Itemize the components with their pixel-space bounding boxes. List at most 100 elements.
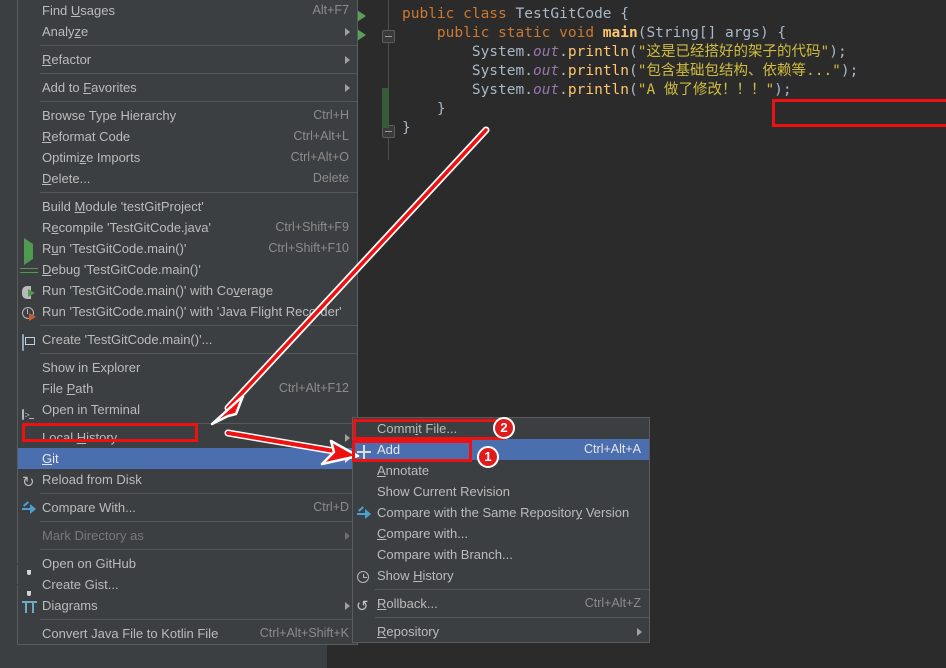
menu-separator	[18, 423, 357, 424]
menu-item-shortcut: Ctrl+Alt+Z	[584, 596, 641, 610]
menu-item-label: Annotate	[377, 463, 430, 478]
git-item-show-history[interactable]: Show History	[353, 565, 649, 586]
menu-item-shortcut: Alt+F7	[312, 3, 349, 17]
menu-separator	[353, 617, 649, 618]
menu-item-label: Open on GitHub	[42, 556, 136, 571]
menu-separator	[18, 45, 357, 46]
menu-item-run-testgitcode-main-with-java-flight-re[interactable]: Run 'TestGitCode.main()' with 'Java Flig…	[18, 301, 357, 322]
git-item-annotate[interactable]: Annotate	[353, 460, 649, 481]
git-submenu[interactable]: Commit File... Add Ctrl+Alt+A Annotate Show …	[352, 417, 650, 643]
menu-item-compare-with[interactable]: Compare With... Ctrl+D	[18, 497, 357, 518]
github-icon	[16, 556, 37, 572]
menu-item-label: Find Usages	[42, 3, 115, 18]
editor-context-menu[interactable]: Find Usages Alt+F7 Analyze Refactor Add to F…	[16, 0, 358, 645]
menu-item-reformat-code[interactable]: Reformat Code Ctrl+Alt+L	[18, 126, 357, 147]
fold-marker-class[interactable]	[382, 30, 395, 43]
git-item-add[interactable]: Add Ctrl+Alt+A	[353, 439, 649, 460]
menu-item-git[interactable]: Git	[18, 448, 357, 469]
vcs-change-marker[interactable]	[382, 88, 389, 128]
menu-item-convert-java-file-to-kotlin-file[interactable]: Convert Java File to Kotlin File Ctrl+Alt…	[18, 623, 357, 644]
git-item-compare-with-the-same-repository-version[interactable]: Compare with the Same Repository Version	[353, 502, 649, 523]
menu-separator	[18, 101, 357, 102]
menu-item-label: Browse Type Hierarchy	[42, 108, 177, 123]
menu-item-label: Repository	[377, 624, 440, 639]
menu-item-label: Recompile 'TestGitCode.java'	[42, 220, 211, 235]
menu-separator	[18, 521, 357, 522]
menu-item-create-testgitcode-main[interactable]: Create 'TestGitCode.main()'...	[18, 329, 357, 351]
diagram-icon	[21, 598, 37, 614]
menu-item-label: Reformat Code	[42, 129, 131, 144]
flight-recorder-icon	[21, 304, 37, 321]
chevron-right-icon	[345, 55, 350, 64]
menu-item-label: Compare with Branch...	[377, 547, 513, 562]
run-method-icon[interactable]	[357, 29, 366, 41]
menu-item-label: Reload from Disk	[42, 472, 142, 487]
git-item-compare-with[interactable]: Compare with...	[353, 523, 649, 544]
step-badge-2: 2	[493, 417, 515, 439]
menu-item-reload-from-disk[interactable]: ↻ Reload from Disk	[18, 469, 357, 490]
menu-item-label: Show in Explorer	[42, 360, 141, 375]
menu-item-add-to-favorites[interactable]: Add to Favorites	[18, 77, 357, 98]
code-line: public static void main(String[] args) {	[436, 25, 787, 41]
menu-item-label: Rollback...	[377, 596, 438, 611]
compare-icon	[356, 505, 372, 521]
menu-item-local-history[interactable]: Local History	[18, 427, 357, 448]
menu-separator	[18, 192, 357, 193]
menu-item-label: Run 'TestGitCode.main()' with 'Java Flig…	[42, 304, 342, 319]
menu-item-label: Mark Directory as	[42, 528, 144, 543]
chevron-right-icon	[345, 601, 350, 610]
menu-item-label: Diagrams	[42, 598, 98, 613]
menu-item-create-gist[interactable]: Create Gist...	[16, 574, 357, 595]
chevron-right-icon	[345, 433, 350, 442]
code-line: public class TestGitCode {	[402, 6, 629, 22]
menu-item-label: Git	[42, 451, 59, 466]
menu-item-label: Open in Terminal	[42, 402, 141, 417]
menu-item-label: Run 'TestGitCode.main()'	[42, 241, 187, 256]
git-item-show-current-revision[interactable]: Show Current Revision	[353, 481, 649, 502]
menu-item-label: Add to Favorites	[42, 80, 137, 95]
chevron-right-icon	[345, 454, 350, 463]
github-icon	[16, 577, 37, 593]
menu-item-find-usages[interactable]: Find Usages Alt+F7	[18, 0, 357, 21]
menu-separator	[18, 325, 357, 326]
run-icon	[21, 237, 37, 265]
menu-item-open-on-github[interactable]: Open on GitHub	[16, 553, 357, 574]
menu-item-shortcut: Ctrl+Shift+F9	[275, 220, 349, 234]
menu-item-mark-directory-as[interactable]: Mark Directory as	[18, 525, 357, 546]
menu-item-run-testgitcode-main-with-coverage[interactable]: Run 'TestGitCode.main()' with Coverage	[18, 280, 357, 301]
menu-item-refactor[interactable]: Refactor	[18, 49, 357, 70]
menu-item-recompile-testgitcode-java[interactable]: Recompile 'TestGitCode.java' Ctrl+Shift+F…	[18, 217, 357, 238]
git-item-rollback[interactable]: ↺ Rollback... Ctrl+Alt+Z	[353, 593, 649, 614]
menu-item-label: Run 'TestGitCode.main()' with Coverage	[42, 283, 274, 298]
menu-item-shortcut: Ctrl+Alt+O	[290, 150, 349, 164]
menu-item-shortcut: Ctrl+H	[313, 108, 349, 122]
menu-item-file-path[interactable]: File Path Ctrl+Alt+F12	[18, 378, 357, 399]
menu-item-label: Create Gist...	[42, 577, 119, 592]
menu-item-label: Debug 'TestGitCode.main()'	[42, 262, 201, 277]
menu-item-optimize-imports[interactable]: Optimize Imports Ctrl+Alt+O	[18, 147, 357, 168]
coverage-icon	[21, 283, 37, 299]
git-item-compare-with-branch[interactable]: Compare with Branch...	[353, 544, 649, 565]
menu-item-open-in-terminal[interactable]: Open in Terminal	[18, 399, 357, 420]
menu-separator	[353, 589, 649, 590]
menu-item-shortcut: Ctrl+Shift+F10	[268, 241, 349, 255]
debug-icon	[21, 262, 37, 278]
menu-item-show-in-explorer[interactable]: Show in Explorer	[18, 357, 357, 378]
menu-item-browse-type-hierarchy[interactable]: Browse Type Hierarchy Ctrl+H	[18, 105, 357, 126]
menu-separator	[18, 493, 357, 494]
git-item-repository[interactable]: Repository	[353, 621, 649, 642]
menu-item-label: Compare with the Same Repository Version	[377, 505, 630, 520]
run-class-icon[interactable]	[357, 10, 366, 22]
menu-item-build-module-testgitproject[interactable]: Build Module 'testGitProject'	[18, 196, 357, 217]
menu-item-debug-testgitcode-main[interactable]: Debug 'TestGitCode.main()'	[18, 259, 357, 280]
menu-item-run-testgitcode-main[interactable]: Run 'TestGitCode.main()' Ctrl+Shift+F10	[18, 237, 357, 265]
menu-item-label: Convert Java File to Kotlin File	[42, 626, 219, 641]
terminal-icon	[21, 402, 37, 420]
code-line: System.out.println("A 做了修改！！！");	[471, 82, 792, 98]
menu-item-analyze[interactable]: Analyze	[18, 21, 357, 42]
compare-icon	[21, 500, 37, 516]
menu-item-delete[interactable]: Delete... Delete	[18, 168, 357, 189]
chevron-right-icon	[637, 627, 642, 636]
menu-item-diagrams[interactable]: Diagrams	[18, 595, 357, 616]
menu-item-shortcut: Delete	[312, 171, 349, 185]
